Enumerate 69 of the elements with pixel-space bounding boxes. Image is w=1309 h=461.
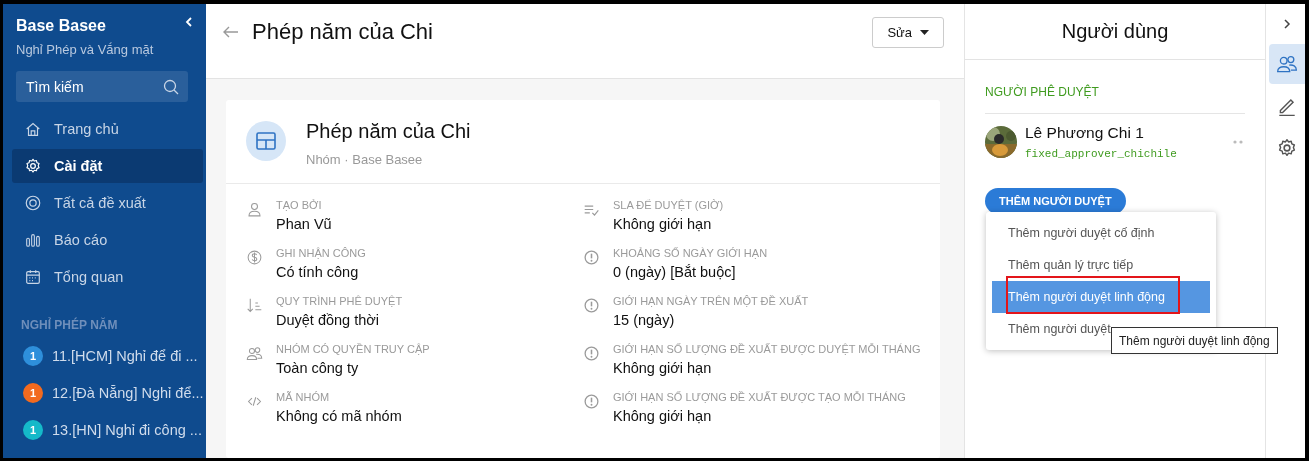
menu-item[interactable]: Thêm quản lý trực tiếp [992,249,1210,281]
group-link[interactable]: 12.[Đà Nẵng] Nghỉ để... [52,385,204,401]
nav-item[interactable]: Tất cả đề xuất [12,186,203,220]
field-label: GIỚI HẠN SỐ LƯỢNG ĐỀ XUẤT ĐƯỢC DUYỆT MỖI THÁNG [613,343,921,355]
approver-name: Lê Phương Chi 1 [1025,124,1145,142]
circle-icon [24,194,42,212]
approver-code: fixed_approver_chichile [1025,148,1178,160]
tooltip: Thêm người duyệt linh động [1111,327,1278,354]
field-value: 0 (ngày) [Bắt buộc] [613,264,737,280]
add-approver-button[interactable]: THÊM NGƯỜI DUYỆT [985,188,1126,214]
settings-icon [1276,137,1298,159]
menu-item[interactable]: Thêm người duyệt cố định [992,217,1210,249]
calendar-icon [24,268,42,286]
users-icon [1276,53,1298,75]
layout-icon [256,131,276,150]
field-label: MÃ NHÓM [276,391,331,403]
field-label: GHI NHẬN CÔNG [276,247,366,259]
user-icon [246,201,263,218]
card-subtitle: Nhóm · Base Basee [306,152,424,167]
field-label: GIỚI HẠN SỐ LƯỢNG ĐỀ XUẤT ĐƯỢC TẠO MỖI THÁNG [613,391,906,403]
section-heading: NGƯỜI PHÊ DUYỆT [985,85,1245,114]
collapse-icon[interactable] [184,16,194,28]
field-label: GIỚI HẠN NGÀY TRÊN MỘT ĐỀ XUẤT [613,295,809,307]
field-value: Không giới hạn [613,408,713,424]
search-field[interactable]: Tìm kiếm [16,71,188,102]
count-badge: 1 [23,383,43,403]
group-link[interactable]: 11.[HCM] Nghỉ để đi ... [52,348,198,364]
caret-icon [920,29,929,35]
field-value: 15 (ngày) [613,312,676,328]
field-value: Không giới hạn [613,216,713,232]
field-value: Có tính công [276,264,360,280]
alert-icon [583,393,600,410]
field-label: KHOẢNG SỐ NGÀY GIỚI HẠN [613,247,768,259]
field-value: Không có mã nhóm [276,408,402,424]
settings-icon [24,157,42,175]
field-value: Không giới hạn [613,360,713,376]
page-title: Phép năm của Chi [252,19,434,45]
app-subtitle: Nghỉ Phép và Vắng mặt [16,42,155,57]
group-link[interactable]: 13.[HN] Nghỉ đi công ... [52,422,202,438]
count-badge: 1 [23,346,43,366]
home-icon [24,120,42,138]
nav-item[interactable]: Tổng quan [12,260,203,294]
card-title: Phép năm của Chi [306,120,471,143]
rail-button[interactable] [1269,44,1305,84]
expand-icon[interactable] [1283,18,1291,30]
sort-icon [246,297,263,314]
alert-icon [583,297,600,314]
bar-chart-icon [24,231,42,249]
alert-icon [583,249,600,266]
field-value: Phan Vũ [276,216,332,232]
panel-title: Người dùng [965,4,1265,60]
field-label: TẠO BỞI [276,199,323,211]
users-icon [246,345,263,362]
search-icon [163,79,179,95]
edit-button[interactable]: Sửa [872,16,944,48]
back-arrow-icon[interactable] [222,24,240,40]
nav-item[interactable]: Trang chủ [12,112,203,146]
field-label: NHÓM CÓ QUYỀN TRUY CẬP [276,343,430,355]
nav-item[interactable]: Cài đặt [12,149,203,183]
app-title: Base Basee [16,17,106,35]
section-heading: NGHỈ PHÉP NĂM [21,318,119,332]
nav-item[interactable]: Báo cáo [12,223,203,257]
dollar-icon [246,249,263,266]
field-label: QUY TRÌNH PHÊ DUYỆT [276,295,403,307]
count-badge: 1 [23,420,43,440]
alert-icon [583,345,600,362]
field-value: Toàn công ty [276,360,360,376]
field-value: Duyệt đồng thời [276,312,380,328]
field-label: SLA ĐỂ DUYỆT (GIỜ) [613,199,724,211]
